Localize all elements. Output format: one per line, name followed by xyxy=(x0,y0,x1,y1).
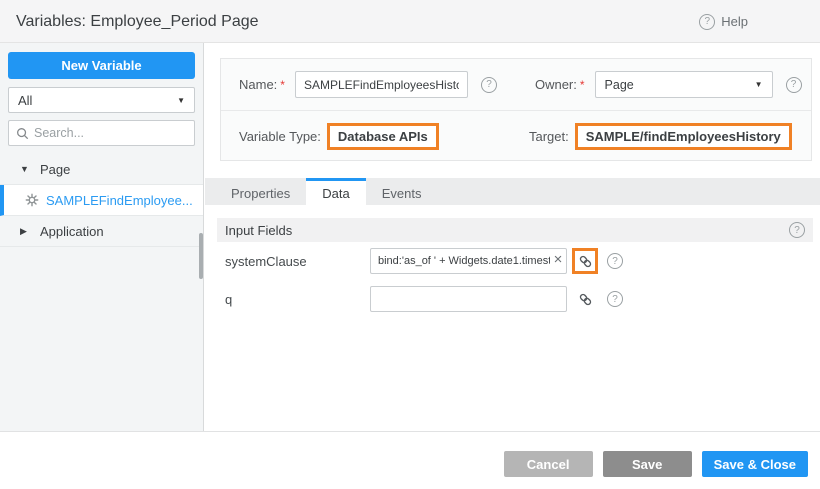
q-label: q xyxy=(225,292,370,307)
save-and-close-button[interactable]: Save & Close xyxy=(702,451,808,477)
variable-search[interactable] xyxy=(8,120,195,146)
variable-detail-pane: Name:* ? Owner:* Page ▼ ? Variable Type:… xyxy=(205,43,820,431)
tree-node-application-label: Application xyxy=(40,224,104,239)
owner-help-icon[interactable]: ? xyxy=(786,77,802,93)
variables-dialog: Variables: Employee_Period Page ? Help N… xyxy=(0,0,820,489)
selected-variable-label: SAMPLEFindEmployee... xyxy=(46,193,193,208)
owner-group: Owner:* Page ▼ ? xyxy=(535,71,802,98)
footer-buttons: Cancel Save Save & Close xyxy=(504,451,808,477)
target-value-highlighted: SAMPLE/findEmployeesHistory xyxy=(575,123,792,150)
tree-node-page[interactable]: ▼ Page xyxy=(0,154,203,185)
page-title: Variables: Employee_Period Page xyxy=(16,0,259,43)
systemclause-bind-link-button-highlighted[interactable] xyxy=(572,248,598,274)
owner-selected-value: Page xyxy=(605,78,634,92)
q-bind-link-button[interactable] xyxy=(572,286,598,312)
cancel-button[interactable]: Cancel xyxy=(504,451,593,477)
filter-selected-value: All xyxy=(18,93,32,108)
name-owner-row: Name:* ? Owner:* Page ▼ ? xyxy=(221,59,811,110)
field-row-systemclause: systemClause × ? xyxy=(217,242,813,280)
owner-select[interactable]: Page ▼ xyxy=(595,71,773,98)
search-input[interactable] xyxy=(34,126,187,140)
systemclause-input[interactable] xyxy=(370,248,567,274)
name-help-icon[interactable]: ? xyxy=(481,77,497,93)
tree-node-page-label: Page xyxy=(40,162,70,177)
search-icon xyxy=(16,127,29,140)
systemclause-input-wrap: × xyxy=(370,248,567,274)
input-fields-title: Input Fields xyxy=(225,223,292,238)
tree-node-application[interactable]: ▶ Application xyxy=(0,216,203,247)
caret-right-icon[interactable]: ▶ xyxy=(20,226,32,237)
detail-tabs: Properties Data Events xyxy=(205,178,820,205)
q-help-icon[interactable]: ? xyxy=(607,291,623,307)
chevron-down-icon: ▼ xyxy=(755,80,763,89)
service-variable-gear-icon xyxy=(25,193,39,207)
systemclause-help-icon[interactable]: ? xyxy=(607,253,623,269)
dialog-footer: Cancel Save Save & Close xyxy=(0,431,820,489)
q-input-wrap xyxy=(370,286,567,312)
target-group: Target: SAMPLE/findEmployeesHistory xyxy=(529,123,792,150)
required-asterisk: * xyxy=(280,78,285,92)
help-label: Help xyxy=(721,14,748,29)
input-fields-help-icon[interactable]: ? xyxy=(789,222,805,238)
variable-type-label: Variable Type: xyxy=(239,129,321,144)
required-asterisk: * xyxy=(580,78,585,92)
variable-type-value-highlighted: Database APIs xyxy=(327,123,439,150)
clear-binding-icon[interactable]: × xyxy=(550,252,566,268)
tab-data[interactable]: Data xyxy=(306,178,365,205)
help-circle-icon: ? xyxy=(699,14,715,30)
tab-properties[interactable]: Properties xyxy=(215,178,306,205)
dialog-header: Variables: Employee_Period Page ? Help xyxy=(0,0,820,43)
chevron-down-icon: ▼ xyxy=(177,96,185,105)
sidebar-scrollbar-thumb[interactable] xyxy=(199,233,203,279)
input-fields-header: Input Fields ? xyxy=(217,218,813,242)
caret-down-icon[interactable]: ▼ xyxy=(20,164,32,174)
systemclause-label: systemClause xyxy=(225,254,370,269)
variable-name-input[interactable] xyxy=(295,71,468,98)
new-variable-button[interactable]: New Variable xyxy=(8,52,195,79)
variables-tree: ▼ Page SAMPLEFindEmployee... xyxy=(0,154,203,247)
input-fields-section: Input Fields ? systemClause × xyxy=(217,218,813,318)
variable-summary-panel: Name:* ? Owner:* Page ▼ ? Variable Type:… xyxy=(220,58,812,161)
tree-node-selected-variable[interactable]: SAMPLEFindEmployee... xyxy=(0,185,203,216)
variables-sidebar: New Variable All ▼ ▼ Page xyxy=(0,43,204,431)
tab-events[interactable]: Events xyxy=(366,178,438,205)
type-target-row: Variable Type: Database APIs Target: SAM… xyxy=(221,110,811,161)
q-input[interactable] xyxy=(370,286,567,312)
name-label: Name: xyxy=(239,77,277,92)
owner-label: Owner: xyxy=(535,77,577,92)
help-link[interactable]: ? Help xyxy=(699,0,748,43)
target-label: Target: xyxy=(529,129,569,144)
save-button[interactable]: Save xyxy=(603,451,692,477)
field-row-q: q ? xyxy=(217,280,813,318)
variable-filter-select[interactable]: All ▼ xyxy=(8,87,195,113)
